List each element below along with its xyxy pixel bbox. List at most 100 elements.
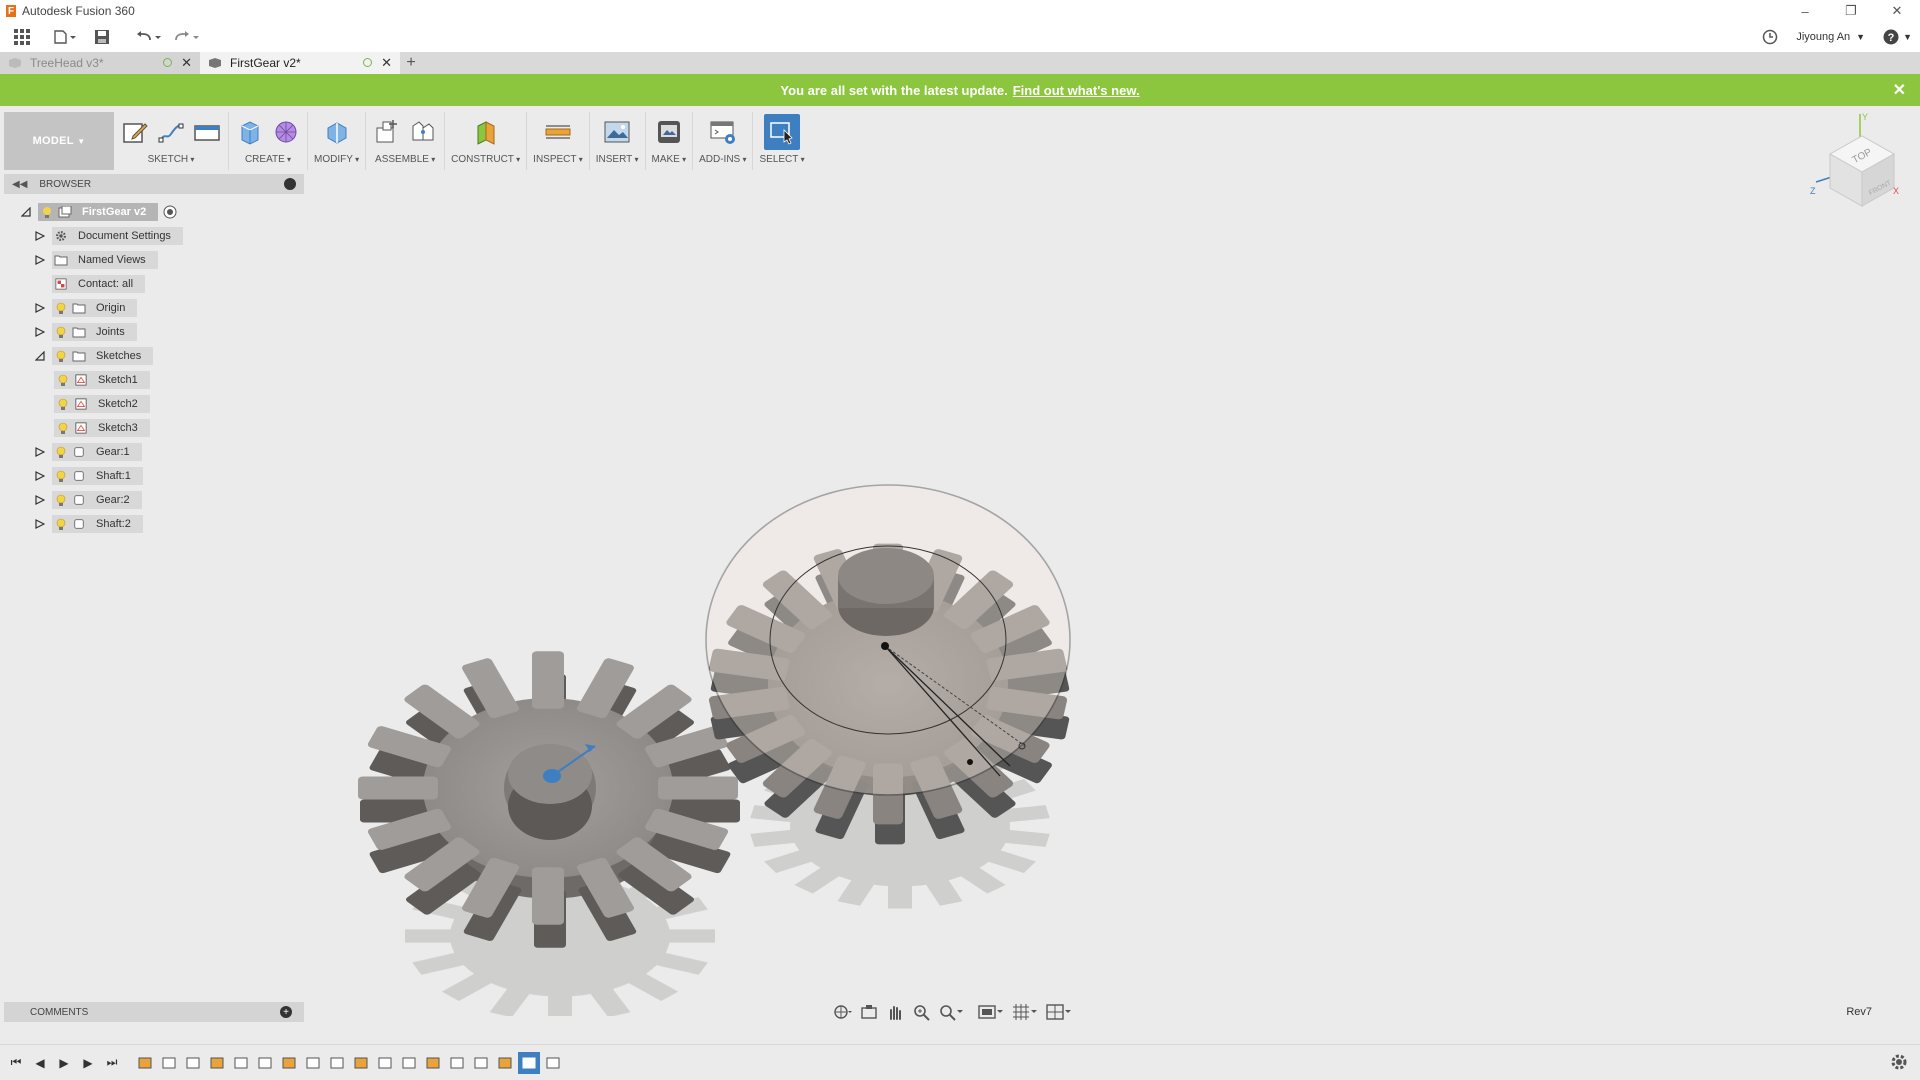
create-group[interactable]: CREATE xyxy=(229,112,308,170)
addins-group[interactable]: ADD-INS xyxy=(693,112,754,170)
expanded-triangle-icon[interactable] xyxy=(20,206,32,218)
close-window-button[interactable]: ✕ xyxy=(1874,0,1920,22)
browser-item-sketches[interactable]: Sketches xyxy=(34,346,154,366)
workspace-switcher[interactable]: MODEL ▼ xyxy=(4,112,114,170)
fit-zoom-icon[interactable] xyxy=(936,1001,966,1023)
comments-panel[interactable]: COMMENTS + xyxy=(4,1002,304,1022)
fillet-feature-icon[interactable] xyxy=(206,1052,228,1074)
visibility-bulb-icon[interactable] xyxy=(40,205,54,219)
browser-item-pill[interactable]: Sketch2 xyxy=(54,395,150,413)
create-sketch-icon[interactable] xyxy=(120,117,150,147)
pin-panel-icon[interactable] xyxy=(284,178,296,190)
visibility-bulb-icon[interactable] xyxy=(54,349,68,363)
insert-canvas-icon[interactable] xyxy=(602,117,632,147)
visibility-bulb-icon[interactable] xyxy=(54,517,68,531)
joint-feature-icon[interactable] xyxy=(470,1052,492,1074)
press-pull-icon[interactable] xyxy=(322,117,352,147)
assemble-group[interactable]: ASSEMBLE xyxy=(366,112,446,170)
collapsed-triangle-icon[interactable] xyxy=(34,326,46,338)
joint-feature-icon[interactable] xyxy=(446,1052,468,1074)
pan-hand-icon[interactable] xyxy=(884,1001,906,1023)
browser-header[interactable]: ◀◀ BROWSER xyxy=(4,174,304,194)
scripts-addins-icon[interactable] xyxy=(708,117,738,147)
browser-item-document-settings[interactable]: Document Settings xyxy=(34,226,183,246)
zoom-icon[interactable] xyxy=(910,1001,932,1023)
undo-icon[interactable] xyxy=(130,22,168,52)
3d-print-icon[interactable] xyxy=(654,117,684,147)
browser-item-pill[interactable]: Contact: all xyxy=(52,275,146,293)
sketch-feature-icon[interactable] xyxy=(134,1052,156,1074)
select-icon[interactable] xyxy=(764,114,801,150)
viewcube[interactable]: TOP FRONT Y X Z xyxy=(1802,110,1902,220)
expanded-triangle-icon[interactable] xyxy=(34,350,46,362)
browser-item-pill[interactable]: Named Views xyxy=(52,251,158,269)
orbit-icon[interactable] xyxy=(832,1001,854,1023)
measure-icon[interactable] xyxy=(543,117,573,147)
visibility-bulb-icon[interactable] xyxy=(56,421,70,435)
browser-item-pill[interactable]: Gear:2 xyxy=(52,491,142,509)
browser-item-shaft-2[interactable]: Shaft:2 xyxy=(34,514,143,534)
sketch-feature-icon[interactable] xyxy=(326,1052,348,1074)
visibility-bulb-icon[interactable] xyxy=(54,445,68,459)
sketch-feature-icon[interactable] xyxy=(398,1052,420,1074)
close-tab-icon[interactable]: ✕ xyxy=(181,55,192,71)
collapsed-triangle-icon[interactable] xyxy=(34,254,46,266)
tab-treehead[interactable]: TreeHead v3* ✕ xyxy=(0,52,200,74)
revolve-feature-icon[interactable] xyxy=(182,1052,204,1074)
extrude-feature-icon[interactable] xyxy=(158,1052,180,1074)
as-built-joint-icon[interactable] xyxy=(494,1052,516,1074)
joint-feature-icon[interactable] xyxy=(302,1052,324,1074)
visibility-bulb-icon[interactable] xyxy=(56,397,70,411)
browser-item-sketch1[interactable]: Sketch1 xyxy=(48,370,150,390)
redo-icon[interactable] xyxy=(168,22,206,52)
collapsed-triangle-icon[interactable] xyxy=(34,230,46,242)
collapsed-triangle-icon[interactable] xyxy=(34,302,46,314)
file-menu-icon[interactable] xyxy=(48,22,82,52)
browser-item-gear-1[interactable]: Gear:1 xyxy=(34,442,142,462)
visibility-bulb-icon[interactable] xyxy=(56,373,70,387)
stop-sketch-icon[interactable] xyxy=(192,117,222,147)
browser-item-named-views[interactable]: Named Views xyxy=(34,250,158,270)
construct-group[interactable]: CONSTRUCT xyxy=(445,112,528,170)
add-comment-icon[interactable]: + xyxy=(280,1006,292,1018)
save-icon[interactable] xyxy=(88,22,116,52)
collapsed-triangle-icon[interactable] xyxy=(34,470,46,482)
step-back-icon[interactable]: ◀ xyxy=(28,1051,52,1075)
visibility-bulb-icon[interactable] xyxy=(54,301,68,315)
browser-root-node[interactable]: FirstGear v2 xyxy=(20,202,178,222)
joint-icon[interactable] xyxy=(408,117,438,147)
gear-1-model[interactable] xyxy=(358,651,740,948)
browser-item-origin[interactable]: Origin xyxy=(34,298,138,318)
mirror-feature-icon[interactable] xyxy=(230,1052,252,1074)
collapse-panel-icon[interactable]: ◀◀ xyxy=(12,179,27,190)
browser-item-gear-2[interactable]: Gear:2 xyxy=(34,490,142,510)
step-forward-icon[interactable]: ▶ xyxy=(76,1051,100,1075)
browser-item-sketch3[interactable]: Sketch3 xyxy=(48,418,150,438)
visibility-bulb-icon[interactable] xyxy=(54,493,68,507)
insert-group[interactable]: INSERT xyxy=(590,112,646,170)
line-spline-icon[interactable] xyxy=(156,117,186,147)
pattern-feature-icon[interactable] xyxy=(422,1052,444,1074)
visibility-bulb-icon[interactable] xyxy=(54,325,68,339)
browser-item-pill[interactable]: Joints xyxy=(52,323,137,341)
tab-firstgear[interactable]: FirstGear v2* ✕ xyxy=(200,52,400,74)
play-icon[interactable]: ▶ xyxy=(52,1051,76,1075)
browser-item-pill[interactable]: Sketch3 xyxy=(54,419,150,437)
inspect-group[interactable]: INSPECT xyxy=(527,112,590,170)
minimize-button[interactable]: – xyxy=(1782,0,1828,22)
modify-group[interactable]: MODIFY xyxy=(308,112,367,170)
go-to-start-icon[interactable]: ⏮ xyxy=(4,1051,28,1075)
combine-feature-icon[interactable] xyxy=(374,1052,396,1074)
activate-radio-icon[interactable] xyxy=(162,204,178,220)
close-tab-icon[interactable]: ✕ xyxy=(381,55,392,71)
browser-item-contact-all[interactable]: Contact: all xyxy=(34,274,146,294)
browser-item-sketch2[interactable]: Sketch2 xyxy=(48,394,150,414)
browser-item-pill[interactable]: Gear:1 xyxy=(52,443,142,461)
make-group[interactable]: MAKE xyxy=(646,112,694,170)
help-button[interactable]: ? ▼ xyxy=(1883,29,1912,45)
current-marker-icon[interactable] xyxy=(518,1051,540,1074)
display-settings-icon[interactable] xyxy=(976,1001,1006,1023)
move-feature-icon[interactable] xyxy=(278,1052,300,1074)
job-status-clock-icon[interactable] xyxy=(1762,29,1778,45)
form-icon[interactable] xyxy=(271,117,301,147)
